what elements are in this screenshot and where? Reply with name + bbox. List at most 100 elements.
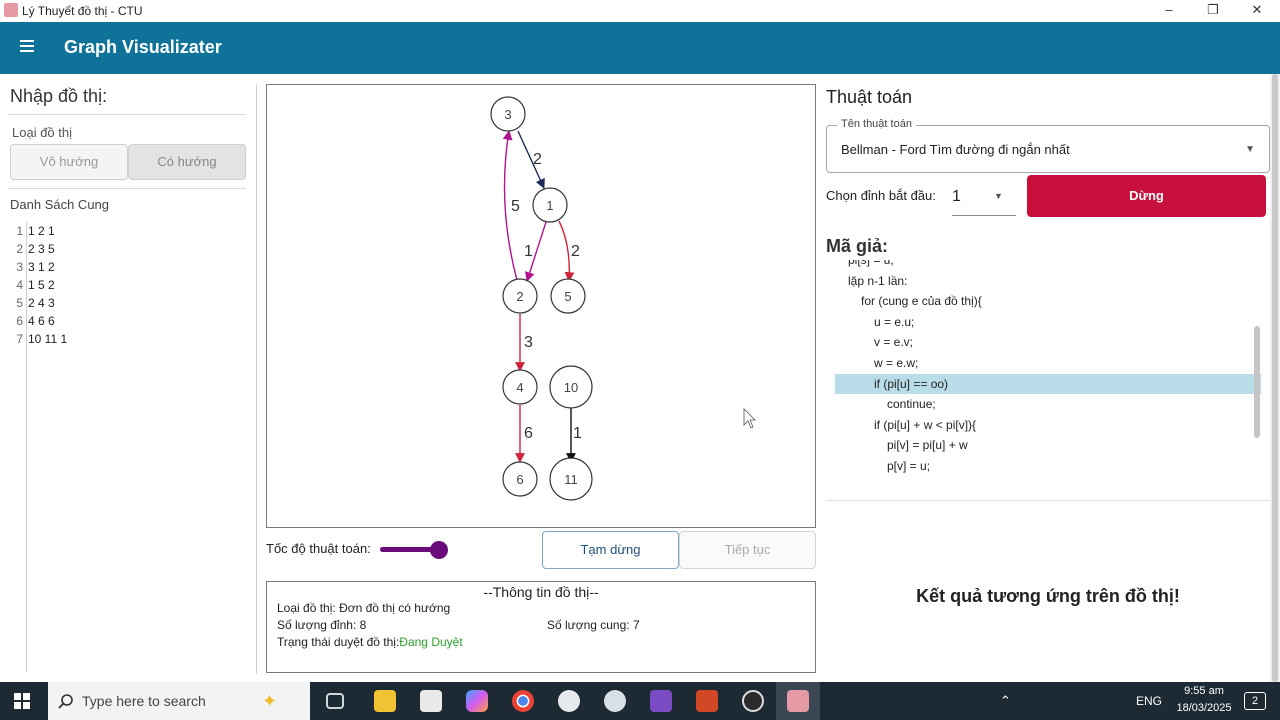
edge-text: 2 4 3 bbox=[28, 296, 55, 310]
start-vertex-value: 1 bbox=[952, 188, 961, 205]
hamburger-menu-icon[interactable] bbox=[20, 40, 34, 52]
node-label: 2 bbox=[516, 289, 523, 304]
edge-list-editor[interactable]: 1 1 2 1 2 2 3 5 3 3 1 2 4 1 5 2 5 2 4 3 6 4 6 … bbox=[14, 222, 244, 348]
clock-time[interactable]: 9:55 am bbox=[1174, 685, 1234, 697]
taskbar-search[interactable]: Type here to search ✦ bbox=[48, 682, 310, 720]
edge-text: 1 2 1 bbox=[28, 224, 55, 238]
line-number: 6 bbox=[16, 314, 23, 328]
pseudocode-panel[interactable]: pi[s] = u; lặp n-1 lần: for (cung e của … bbox=[835, 260, 1261, 486]
vertex-count: Số lượng đỉnh: 8 bbox=[277, 618, 367, 632]
dropdown-caret-icon: ▼ bbox=[1245, 144, 1255, 155]
file-explorer-icon[interactable] bbox=[374, 690, 396, 712]
divider bbox=[8, 114, 246, 115]
window-scrollbar[interactable] bbox=[1270, 74, 1280, 682]
node-label: 1 bbox=[546, 198, 553, 213]
dropdown-caret-icon: ▼ bbox=[994, 191, 1003, 201]
visual-studio-icon[interactable] bbox=[650, 690, 672, 712]
edge-weight: 2 bbox=[571, 243, 580, 260]
edge-text: 10 11 1 bbox=[28, 332, 68, 346]
graph-node[interactable]: 3 bbox=[490, 96, 526, 132]
zalo-icon[interactable] bbox=[558, 690, 580, 712]
input-heading: Nhập đồ thị: bbox=[10, 86, 108, 106]
pseudocode-line: continue; bbox=[887, 397, 936, 412]
active-app-highlight[interactable] bbox=[776, 682, 820, 720]
traversal-status: Trạng thái duyệt đồ thị:Đang Duyệt bbox=[277, 635, 463, 649]
store-icon[interactable] bbox=[420, 690, 442, 712]
graph-node[interactable]: 11 bbox=[549, 457, 593, 501]
pseudocode-line: pi[s] = u; bbox=[848, 260, 894, 267]
sparkle-icon: ✦ bbox=[262, 691, 278, 711]
undirected-toggle[interactable]: Vô hướng bbox=[10, 144, 128, 180]
restore-button[interactable]: ❐ bbox=[1190, 0, 1236, 22]
graph-node[interactable]: 10 bbox=[549, 365, 593, 409]
pseudocode-heading: Mã giả: bbox=[826, 236, 889, 256]
status-label: Trạng thái duyệt đồ thị: bbox=[277, 635, 400, 649]
graph-canvas[interactable]: 2 5 1 2 3 6 1 3 1 2 5 4 10 6 11 bbox=[266, 84, 816, 528]
algorithm-heading: Thuật toán bbox=[826, 87, 913, 107]
close-button[interactable]: ✕ bbox=[1234, 0, 1280, 22]
notification-badge[interactable]: 2 bbox=[1244, 692, 1266, 710]
graph-node[interactable]: 1 bbox=[532, 187, 568, 223]
edge-weight: 3 bbox=[524, 334, 533, 351]
speed-slider-thumb[interactable] bbox=[430, 541, 448, 559]
edge-count: Số lượng cung: 7 bbox=[547, 618, 640, 632]
node-label: 10 bbox=[564, 380, 578, 395]
edge-weight: 6 bbox=[524, 425, 533, 442]
pseudocode-line: p[v] = u; bbox=[887, 458, 931, 473]
pseudocode-line: w = e.w; bbox=[874, 355, 919, 370]
start-vertex-label: Chọn đỉnh bắt đầu: bbox=[826, 188, 936, 203]
pause-button[interactable]: Tạm dừng bbox=[542, 531, 679, 569]
directed-toggle[interactable]: Có hướng bbox=[128, 144, 246, 180]
app-icon bbox=[4, 3, 18, 17]
edge-line: 6 4 6 6 bbox=[14, 312, 244, 330]
edge-line: 4 1 5 2 bbox=[14, 276, 244, 294]
pseudocode-scrollbar[interactable] bbox=[1254, 326, 1260, 438]
graph-type-info: Loại đồ thị: Đơn đồ thị có hướng bbox=[277, 601, 450, 615]
search-icon bbox=[58, 694, 73, 709]
tray-chevron-icon[interactable]: ⌃ bbox=[1000, 693, 1011, 709]
graph-svg: 2 5 1 2 3 6 1 3 1 2 5 4 10 6 11 bbox=[490, 96, 756, 501]
resume-button[interactable]: Tiếp tục bbox=[679, 531, 816, 569]
scrollbar-thumb[interactable] bbox=[1272, 74, 1278, 682]
type-value: Đơn đồ thị có hướng bbox=[339, 601, 451, 615]
line-number: 3 bbox=[16, 260, 23, 274]
app-icon bbox=[787, 690, 809, 712]
edge-line: 7 10 11 1 bbox=[14, 330, 244, 348]
result-text: Kết quả tương ứng trên đồ thị! bbox=[916, 586, 1180, 606]
task-view-icon[interactable] bbox=[326, 693, 344, 709]
obs-icon[interactable] bbox=[742, 690, 764, 712]
node-label: 4 bbox=[516, 380, 523, 395]
pseudocode-line: if (pi[u] + w < pi[v]){ bbox=[874, 417, 977, 432]
graph-node[interactable]: 5 bbox=[550, 278, 586, 314]
graph-node[interactable]: 2 bbox=[502, 278, 538, 314]
powerpoint-icon[interactable] bbox=[696, 690, 718, 712]
node-label: 3 bbox=[504, 107, 511, 122]
windows-icon[interactable] bbox=[14, 693, 30, 709]
graph-node[interactable]: 4 bbox=[502, 369, 538, 405]
chrome-icon[interactable] bbox=[512, 690, 534, 712]
copilot-icon[interactable] bbox=[466, 690, 488, 712]
pseudocode-line-highlighted: if (pi[u] == oo) bbox=[835, 373, 1261, 395]
graph-node[interactable]: 6 bbox=[502, 461, 538, 497]
line-number: 7 bbox=[16, 332, 23, 346]
minimize-button[interactable]: – bbox=[1146, 0, 1192, 22]
edge-text: 3 1 2 bbox=[28, 260, 55, 274]
info-title: --Thông tin đồ thị-- bbox=[483, 584, 599, 600]
start-vertex-select[interactable]: 1 ▼ bbox=[952, 180, 1016, 216]
divider bbox=[8, 188, 246, 189]
windows-taskbar: Type here to search ✦ ⌃ ENG 9:55 am 18/0… bbox=[0, 682, 1280, 720]
stop-button[interactable]: Dừng bbox=[1027, 175, 1266, 217]
panel-separator bbox=[256, 84, 257, 674]
app-title: Graph Visualizater bbox=[64, 37, 222, 57]
algorithm-select[interactable]: Tên thuật toán Bellman - Ford Tìm đường … bbox=[826, 118, 1270, 173]
paint-icon[interactable] bbox=[604, 690, 626, 712]
pseudocode-line: u = e.u; bbox=[874, 314, 915, 329]
edge-line: 5 2 4 3 bbox=[14, 294, 244, 312]
line-number: 2 bbox=[16, 242, 23, 256]
edge-text: 1 5 2 bbox=[28, 278, 55, 292]
edge-text: 4 6 6 bbox=[28, 314, 55, 328]
language-indicator[interactable]: ENG bbox=[1136, 694, 1162, 708]
clock-date[interactable]: 18/03/2025 bbox=[1168, 702, 1240, 714]
window-title: Lý Thuyết đồ thị - CTU bbox=[22, 4, 143, 18]
edge-weight: 1 bbox=[573, 425, 582, 442]
